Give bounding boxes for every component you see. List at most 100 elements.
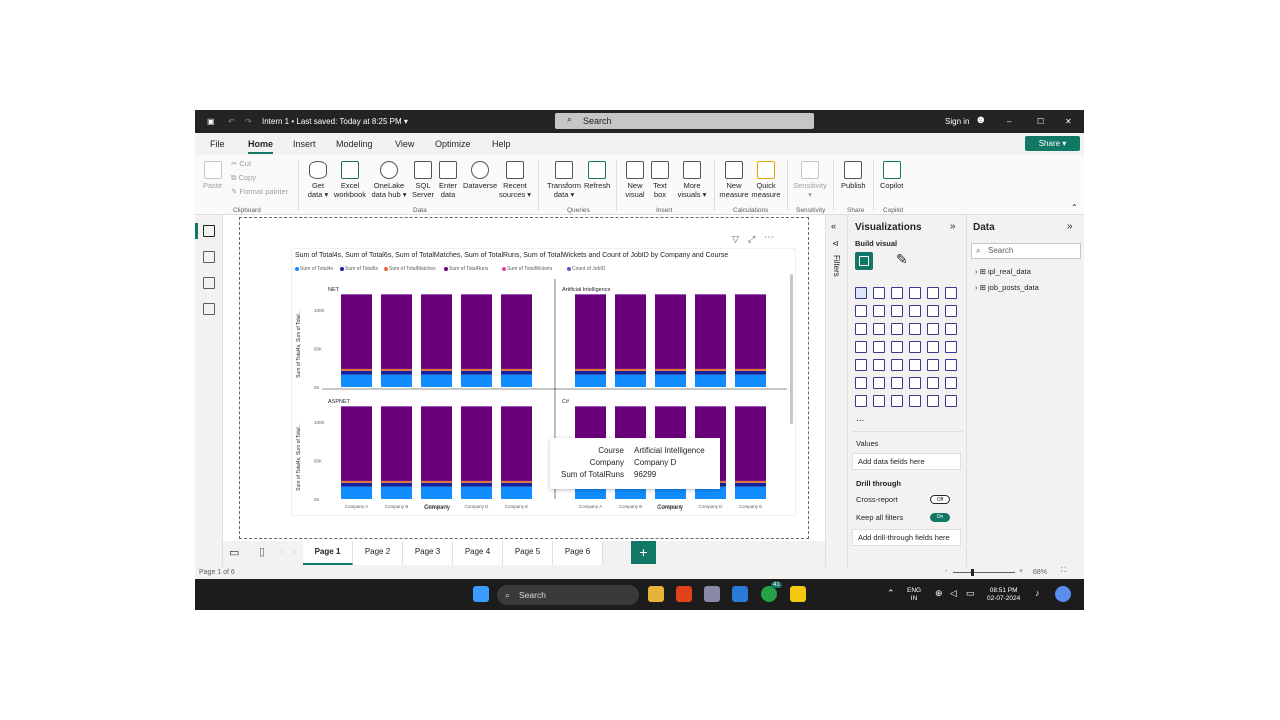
visual-type-icon[interactable] [945, 377, 957, 389]
save-icon[interactable]: ▣ [207, 117, 215, 126]
dataverse-button[interactable]: Dataverse [463, 161, 497, 190]
copilot-taskbar-icon[interactable] [1055, 586, 1071, 602]
page-tab[interactable]: Page 5 [503, 541, 553, 565]
visual-type-icon[interactable] [855, 341, 867, 353]
search-box[interactable]: ⌕ Search [555, 113, 814, 129]
visual-type-icon[interactable] [891, 377, 903, 389]
model-view-icon[interactable] [203, 277, 215, 289]
desktop-layout-icon[interactable]: ▭ [229, 546, 239, 559]
battery-icon[interactable]: ▭ [966, 589, 975, 598]
refresh-button[interactable]: Refresh [584, 161, 610, 190]
menu-modeling[interactable]: Modeling [336, 139, 373, 149]
page-tab[interactable]: Page 2 [353, 541, 403, 565]
new-visual-button[interactable]: New visual [624, 161, 646, 199]
visual-type-icon[interactable] [855, 287, 867, 299]
get-data-button[interactable]: Get data ▾ [307, 161, 329, 199]
collapse-ribbon-icon[interactable]: ⌃ [1071, 203, 1078, 212]
mobile-layout-icon[interactable]: ▯ [259, 545, 265, 558]
visual-type-icon[interactable] [909, 341, 921, 353]
publish-button[interactable]: Publish [841, 161, 866, 190]
visual-type-icon[interactable] [927, 359, 939, 371]
recent-sources-button[interactable]: Recent sources ▾ [498, 161, 532, 199]
scroll-left-icon[interactable]: ‹ [281, 547, 284, 556]
add-data-fields-well[interactable]: Add data fields here [852, 453, 961, 470]
share-button[interactable]: Share ▾ [1025, 136, 1080, 151]
excel-workbook-button[interactable]: Excel workbook [333, 161, 367, 199]
format-painter-button[interactable]: ✎ Format painter [231, 187, 288, 196]
visual-type-icon[interactable] [927, 395, 939, 407]
chart-scrollbar[interactable] [790, 274, 793, 424]
scroll-right-icon[interactable]: › [293, 547, 296, 556]
quick-measure-button[interactable]: Quick measure [751, 161, 781, 199]
page-tab[interactable]: Page 1 [303, 541, 353, 565]
visual-type-icon[interactable] [891, 305, 903, 317]
vscode-icon[interactable] [732, 586, 748, 602]
visual-type-icon[interactable] [927, 377, 939, 389]
zoom-in-button[interactable]: + [1019, 568, 1023, 575]
cut-button[interactable]: ✂ Cut [231, 159, 251, 168]
copy-button[interactable]: ⧉ Copy [231, 173, 256, 182]
maximize-button[interactable]: ☐ [1037, 117, 1044, 126]
visual-type-icon[interactable] [891, 395, 903, 407]
sensitivity-button[interactable]: Sensitivity ▾ [792, 161, 828, 199]
fit-to-page-icon[interactable]: ⛶ [1061, 567, 1066, 575]
undo-icon[interactable]: ↶ [228, 117, 235, 126]
visual-type-icon[interactable] [873, 341, 885, 353]
menu-help[interactable]: Help [492, 139, 511, 149]
sign-in-link[interactable]: Sign in [945, 117, 969, 126]
taskbar-search[interactable]: ⌕ Search [497, 585, 639, 605]
notifications-icon[interactable]: ♪ [1035, 589, 1040, 598]
visual-type-icon[interactable] [909, 287, 921, 299]
more-visuals-button[interactable]: More visuals ▾ [675, 161, 709, 199]
menu-file[interactable]: File [210, 139, 225, 149]
file-explorer-icon[interactable] [648, 586, 664, 602]
visual-type-icon[interactable] [873, 377, 885, 389]
add-page-button[interactable]: + [631, 541, 656, 564]
menu-insert[interactable]: Insert [293, 139, 316, 149]
zoom-out-button[interactable]: - [945, 568, 947, 575]
sql-server-button[interactable]: SQL Server [410, 161, 436, 199]
new-measure-button[interactable]: New measure [719, 161, 749, 199]
account-icon[interactable]: ☻ [975, 114, 987, 126]
text-box-button[interactable]: Text box [650, 161, 670, 199]
document-title[interactable]: Intern 1 • Last saved: Today at 8:25 PM … [262, 117, 408, 126]
tray-chevron-icon[interactable]: ⌃ [887, 589, 895, 598]
network-icon[interactable]: ⊕ [935, 589, 943, 598]
visual-type-icon[interactable] [945, 359, 957, 371]
keep-all-filters-toggle[interactable]: On [930, 513, 950, 522]
close-button[interactable]: ✕ [1065, 117, 1072, 126]
visual-type-icon[interactable] [927, 287, 939, 299]
redo-icon[interactable]: ↷ [245, 117, 252, 126]
visual-type-icon[interactable] [855, 359, 867, 371]
filter-icon[interactable]: ▽ [732, 234, 739, 245]
visual-type-icon[interactable] [909, 323, 921, 335]
focus-mode-icon[interactable]: ⤢ [748, 234, 755, 245]
visual-type-icon[interactable] [873, 359, 885, 371]
visual-type-icon[interactable] [873, 287, 885, 299]
table-job-posts-data[interactable]: › ⊞ job_posts_data [975, 283, 1039, 292]
zoom-slider[interactable] [953, 572, 1015, 573]
visual-type-icon[interactable] [873, 323, 885, 335]
visual-type-icon[interactable] [945, 341, 957, 353]
visual-type-icon[interactable] [855, 377, 867, 389]
onelake-button[interactable]: OneLake data hub ▾ [371, 161, 407, 199]
cross-report-toggle[interactable]: Off [930, 495, 950, 504]
visual-type-icon[interactable] [855, 305, 867, 317]
visual-type-icon[interactable] [945, 395, 957, 407]
clock[interactable]: 08:51 PM 02-07-2024 [987, 587, 1020, 603]
build-visual-tab[interactable] [855, 252, 873, 270]
visual-type-icon[interactable] [945, 287, 957, 299]
stacked-column-chart-visual[interactable]: Sum of Total4s, Sum of Total6s, Sum of T… [291, 248, 796, 516]
brave-browser-icon[interactable] [676, 586, 692, 602]
data-search-input[interactable]: ⌕ Search [971, 243, 1081, 259]
enter-data-button[interactable]: Enter data [438, 161, 458, 199]
windows-start-icon[interactable] [473, 586, 489, 602]
visual-type-icon[interactable] [909, 305, 921, 317]
visual-type-icon[interactable] [873, 305, 885, 317]
add-drill-through-well[interactable]: Add drill-through fields here [852, 529, 961, 546]
powerbi-taskbar-icon[interactable] [790, 586, 806, 602]
menu-view[interactable]: View [395, 139, 414, 149]
copilot-button[interactable]: Copilot [880, 161, 903, 190]
minimize-button[interactable]: – [1007, 117, 1011, 126]
menu-home[interactable]: Home [248, 139, 274, 154]
